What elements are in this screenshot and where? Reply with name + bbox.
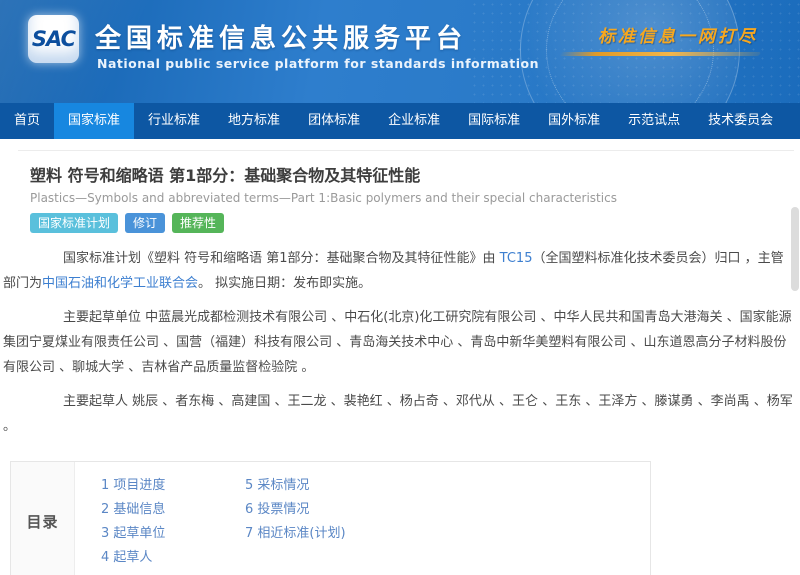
nav-item-home[interactable]: 首页 — [0, 103, 54, 139]
vertical-scrollbar-thumb[interactable] — [791, 207, 799, 291]
toc-link-voting-status[interactable]: 6 投票情况 — [245, 498, 346, 522]
intro-paragraphs: 国家标准计划《塑料 符号和缩略语 第1部分：基础聚合物及其特征性能》由 TC15… — [0, 233, 800, 439]
plan-info-after: 。 拟实施日期：发布即实施。 — [198, 276, 372, 291]
nav-item-enterprise-standards[interactable]: 企业标准 — [374, 103, 454, 139]
main-nav: 首页 国家标准 行业标准 地方标准 团体标准 企业标准 国际标准 国外标准 示范… — [0, 103, 800, 139]
paragraph-drafting-units: 主要起草单位 中蓝晨光成都检测技术有限公司 、中石化(北京)化工研究院有限公司 … — [3, 310, 792, 375]
nav-item-industry-standards[interactable]: 行业标准 — [134, 103, 214, 139]
plan-info-text: 国家标准计划《塑料 符号和缩略语 第1部分：基础聚合物及其特征性能》由 — [63, 251, 500, 266]
tag-revision: 修订 — [125, 213, 166, 233]
toc-label: 目录 — [11, 462, 75, 575]
ministry-link[interactable]: 中国石油和化学工业联合会 — [42, 276, 198, 291]
toc-column-2: 5 采标情况 6 投票情况 7 相近标准(计划) — [245, 474, 346, 570]
nav-item-foreign-standards[interactable]: 国外标准 — [534, 103, 614, 139]
toc-link-similar-standards[interactable]: 7 相近标准(计划) — [245, 522, 346, 546]
nav-item-international-standards[interactable]: 国际标准 — [454, 103, 534, 139]
paragraph-plan-info: 国家标准计划《塑料 符号和缩略语 第1部分：基础聚合物及其特征性能》由 TC15… — [3, 246, 796, 296]
tag-recommended: 推荐性 — [172, 213, 225, 233]
toc-column-1: 1 项目进度 2 基础信息 3 起草单位 4 起草人 — [101, 474, 245, 570]
toc-link-basic-info[interactable]: 2 基础信息 — [101, 498, 245, 522]
toc-content: 1 项目进度 2 基础信息 3 起草单位 4 起草人 5 采标情况 6 投票情况… — [75, 462, 650, 575]
toc-link-adoption-status[interactable]: 5 采标情况 — [245, 474, 346, 498]
nav-item-pilot-demo[interactable]: 示范试点 — [614, 103, 694, 139]
site-title: 全国标准信息公共服务平台 — [95, 24, 468, 54]
site-subtitle-en: National public service platform for sta… — [97, 56, 539, 71]
nav-item-technical-committee[interactable]: 技术委员会 — [694, 103, 787, 139]
toc-link-drafters[interactable]: 4 起草人 — [101, 546, 245, 570]
page-title: 塑料 符号和缩略语 第1部分：基础聚合物及其特征性能 — [30, 166, 421, 185]
tag-row: 国家标准计划 修订 推荐性 — [30, 213, 800, 233]
toc-link-project-progress[interactable]: 1 项目进度 — [101, 474, 245, 498]
toc-link-drafting-units[interactable]: 3 起草单位 — [101, 522, 245, 546]
title-block: 塑料 符号和缩略语 第1部分：基础聚合物及其特征性能 Plastics—Symb… — [0, 151, 800, 233]
toc-box: 目录 1 项目进度 2 基础信息 3 起草单位 4 起草人 5 采标情况 6 投… — [10, 461, 651, 575]
page-title-en: Plastics—Symbols and abbreviated terms—P… — [30, 191, 617, 205]
tc15-link[interactable]: TC15 — [500, 251, 533, 266]
paragraph-drafters: 主要起草人 姚辰 、者东梅 、高建国 、王二龙 、裴艳红 、杨占奇 、邓代从 、… — [3, 394, 793, 434]
nav-item-local-standards[interactable]: 地方标准 — [214, 103, 294, 139]
nav-item-national-standards[interactable]: 国家标准 — [54, 103, 135, 139]
tag-national-standard-plan: 国家标准计划 — [30, 213, 119, 233]
slogan-underline — [558, 52, 762, 56]
nav-item-group-standards[interactable]: 团体标准 — [294, 103, 374, 139]
site-slogan: 标准信息一网打尽 — [598, 27, 758, 47]
sac-logo[interactable]: SAC — [28, 15, 79, 63]
sac-logo-text: SAC — [31, 27, 76, 51]
site-header: SAC 全国标准信息公共服务平台 National public service… — [0, 0, 800, 103]
